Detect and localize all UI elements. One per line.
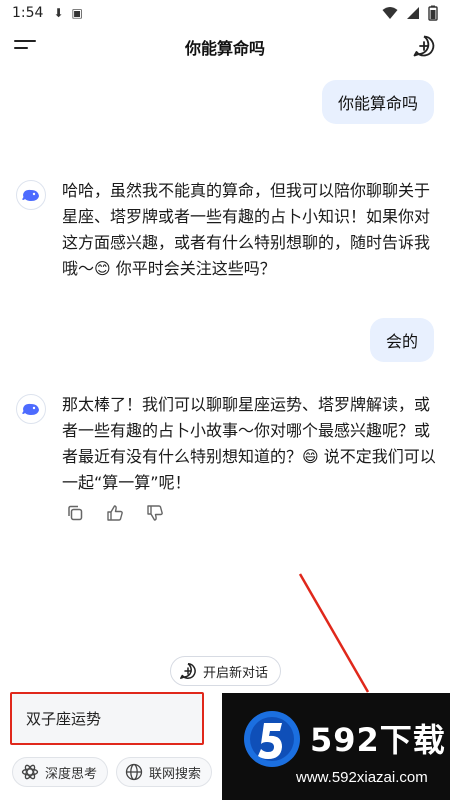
atom-icon xyxy=(21,764,39,780)
copy-icon xyxy=(68,505,83,521)
user-message-bubble: 你能算命吗 xyxy=(321,80,434,124)
status-bar: 1:54 ⬇ ▣ xyxy=(0,0,450,26)
dislike-button[interactable] xyxy=(144,502,166,524)
user-message-bubble: 会的 xyxy=(369,318,434,362)
whale-logo-icon xyxy=(22,189,39,201)
message-input-value: 双子座运势 xyxy=(26,710,102,728)
user-message-text: 你能算命吗 xyxy=(337,94,418,113)
menu-icon-bar xyxy=(14,47,28,49)
new-chat-button[interactable] xyxy=(412,34,436,58)
watermark-brand: 592下载 xyxy=(310,721,446,759)
ai-message-text: 哈哈，虽然我不能真的算命，但我可以陪你聊聊关于星座、塔罗牌或者一些有趣的占卜小知… xyxy=(62,181,431,278)
deep-think-label: 深度思考 xyxy=(45,766,98,782)
web-search-button[interactable]: 联网搜索 xyxy=(116,757,213,787)
watermark-url: www.592xiazai.com xyxy=(296,769,428,786)
watermark-logo-icon xyxy=(244,711,300,767)
battery-icon xyxy=(428,5,438,21)
deep-think-button[interactable]: 深度思考 xyxy=(12,757,109,787)
page-title: 你能算命吗 xyxy=(184,39,265,58)
menu-icon xyxy=(14,40,36,42)
start-new-chat-button[interactable]: 开启新对话 xyxy=(170,656,282,686)
top-bar: 你能算命吗 xyxy=(0,30,450,64)
message-input[interactable]: 双子座运势 xyxy=(10,692,204,745)
message-actions xyxy=(64,502,166,524)
status-time: 1:54 xyxy=(12,5,44,21)
ai-message: 那太棒了！我们可以聊聊星座运势、塔罗牌解读，或者一些有趣的占卜小故事～你对哪个最… xyxy=(16,392,440,496)
chat-plus-icon xyxy=(413,35,435,57)
like-button[interactable] xyxy=(104,502,126,524)
ai-message-text: 那太棒了！我们可以聊聊星座运势、塔罗牌解读，或者一些有趣的占卜小故事～你对哪个最… xyxy=(62,395,436,492)
web-search-label: 联网搜索 xyxy=(149,766,202,782)
ai-avatar xyxy=(16,180,46,210)
chat-plus-icon xyxy=(180,663,196,679)
user-message-text: 会的 xyxy=(385,332,418,351)
start-new-chat-label: 开启新对话 xyxy=(203,665,269,681)
thumbs-down-icon xyxy=(147,505,163,521)
download-icon: ⬇ xyxy=(53,6,64,20)
globe-icon xyxy=(125,763,143,781)
ai-avatar xyxy=(16,394,46,424)
notification-icon: ▣ xyxy=(71,6,83,20)
ai-message: 哈哈，虽然我不能真的算命，但我可以陪你聊聊关于星座、塔罗牌或者一些有趣的占卜小知… xyxy=(16,178,440,282)
watermark: 592下载 www.592xiazai.com xyxy=(222,693,450,800)
menu-button[interactable] xyxy=(14,38,38,56)
wifi-icon xyxy=(382,7,398,19)
whale-logo-icon xyxy=(22,403,39,415)
copy-button[interactable] xyxy=(64,502,86,524)
thumbs-up-icon xyxy=(107,505,123,521)
signal-icon xyxy=(407,7,419,19)
